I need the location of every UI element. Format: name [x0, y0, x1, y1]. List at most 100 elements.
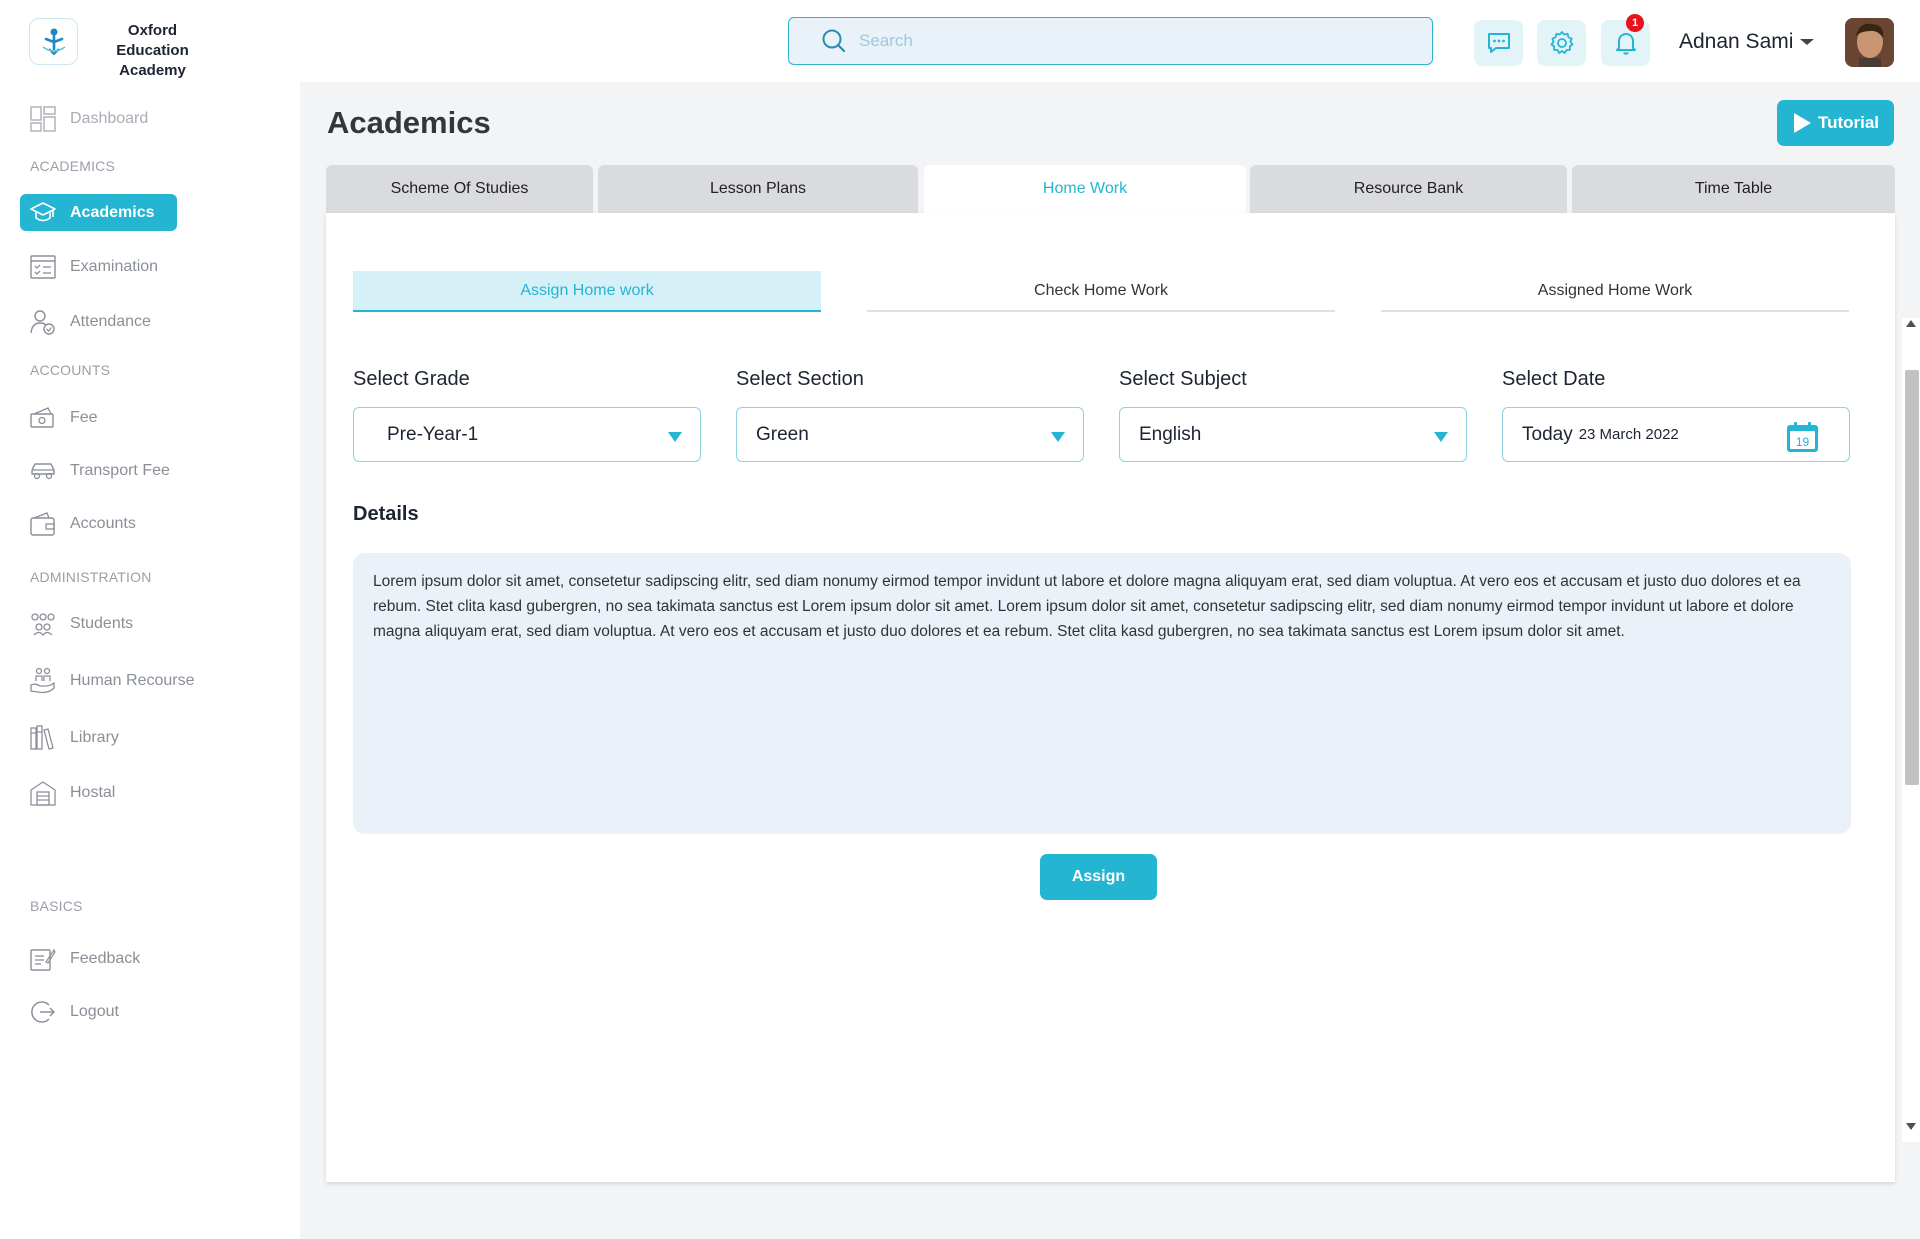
sidebar-item-attendance[interactable]: Attendance [20, 303, 151, 340]
sidebar-item-transport-fee[interactable]: Transport Fee [20, 452, 170, 489]
scroll-up-arrow[interactable] [1906, 320, 1916, 327]
sidebar-item-fee[interactable]: Fee [20, 399, 98, 436]
exam-sheet-icon [30, 254, 56, 280]
section-label-basics: BASICS [30, 898, 83, 914]
dashboard-icon [30, 105, 56, 132]
tab-home-work[interactable]: Home Work [924, 165, 1246, 213]
sidebar-item-library[interactable]: Library [20, 719, 119, 756]
calendar-icon[interactable]: 19 [1786, 421, 1819, 453]
subtab-check-home-work[interactable]: Check Home Work [867, 271, 1335, 312]
avatar-portrait-icon [1845, 18, 1894, 67]
group-users-icon [30, 611, 56, 637]
sidebar-item-label: Students [70, 614, 134, 632]
search-icon [822, 29, 846, 53]
sidebar-item-academics[interactable]: Academics [20, 194, 177, 231]
sidebar-item-feedback[interactable]: Feedback [20, 940, 140, 977]
sidebar-item-label: Human Recourse [70, 671, 195, 689]
details-textarea[interactable]: Lorem ipsum dolor sit amet, consetetur s… [353, 553, 1851, 834]
date-main: Today [1522, 423, 1573, 445]
building-icon [30, 780, 56, 806]
user-avatar[interactable] [1845, 18, 1894, 67]
subtab-assign-home-work[interactable]: Assign Home work [353, 271, 821, 312]
date-sub: 23 March 2022 [1578, 426, 1679, 443]
subject-select[interactable]: English [1119, 407, 1467, 462]
assign-button[interactable]: Assign [1040, 854, 1157, 900]
sidebar-item-label: Fee [70, 408, 98, 426]
sidebar-item-students[interactable]: Students [20, 605, 133, 642]
sidebar-item-examination[interactable]: Examination [20, 248, 158, 285]
search-bar [788, 17, 1433, 65]
grade-label: Select Grade [353, 368, 470, 390]
gear-icon [1550, 31, 1573, 54]
subject-value: English [1139, 423, 1202, 445]
cash-icon [30, 405, 56, 431]
section-label-academics: ACADEMICS [30, 158, 116, 174]
user-menu[interactable]: Adnan Sami [1679, 30, 1815, 54]
chat-icon [1487, 33, 1510, 53]
date-label: Select Date [1502, 368, 1606, 390]
settings-button[interactable] [1537, 20, 1586, 66]
brand-name: Oxford Education Academy [90, 21, 215, 81]
notifications-button[interactable]: 1 [1601, 14, 1650, 66]
sidebar-item-label: Feedback [70, 949, 141, 967]
hand-people-icon [30, 667, 56, 694]
wallet-icon [30, 511, 56, 537]
caret-down-icon [1051, 432, 1065, 442]
section-label-administration: ADMINISTRATION [30, 569, 152, 585]
calendar-day: 19 [1796, 435, 1810, 449]
brand-line-1: Oxford Education [116, 22, 189, 59]
sidebar-item-label: Logout [70, 1002, 119, 1020]
scroll-down-arrow[interactable] [1906, 1123, 1916, 1130]
section-select[interactable]: Green [736, 407, 1084, 462]
books-icon [30, 724, 56, 751]
date-picker[interactable]: Today 23 March 2022 19 [1502, 407, 1850, 462]
sidebar-item-label: Transport Fee [70, 461, 170, 479]
sidebar-item-dashboard[interactable]: Dashboard [20, 100, 148, 137]
section-label-accounts: ACCOUNTS [30, 362, 111, 378]
sidebar-item-label: Examination [70, 257, 159, 275]
caret-down-icon [1434, 432, 1448, 442]
subject-label: Select Subject [1119, 368, 1247, 390]
page-title: Academics [327, 105, 491, 140]
details-label: Details [353, 503, 419, 525]
caret-down-icon [668, 432, 682, 442]
logo-icon [42, 28, 65, 55]
tab-lesson-plans[interactable]: Lesson Plans [598, 165, 918, 213]
scrollbar-thumb[interactable] [1905, 370, 1919, 785]
section-label: Select Section [736, 368, 864, 390]
car-icon [30, 458, 56, 484]
sidebar-item-label: Accounts [70, 514, 136, 532]
sidebar-item-label: Dashboard [70, 109, 149, 127]
search-input[interactable] [859, 31, 1419, 51]
subtab-assigned-home-work[interactable]: Assigned Home Work [1381, 271, 1849, 312]
tab-resource-bank[interactable]: Resource Bank [1250, 165, 1567, 213]
graduation-cap-icon [30, 200, 56, 226]
sidebar-item-human-resource[interactable]: Human Recourse [20, 662, 195, 699]
tutorial-label: Tutorial [1817, 113, 1880, 132]
brand-line-2: Academy [119, 62, 186, 79]
tab-time-table[interactable]: Time Table [1572, 165, 1895, 213]
grade-value: Pre-Year-1 [387, 423, 479, 445]
sidebar-item-label: Library [70, 728, 119, 746]
section-value: Green [756, 423, 809, 445]
tab-scheme-of-studies[interactable]: Scheme Of Studies [326, 165, 593, 213]
top-header: Oxford Education Academy 1 Adnan Sami [0, 0, 1920, 82]
bell-icon [1615, 33, 1636, 55]
user-check-icon [30, 309, 56, 335]
sidebar-item-accounts[interactable]: Accounts [20, 505, 136, 542]
sidebar-item-label: Hostal [70, 783, 116, 801]
sidebar-item-logout[interactable]: Logout [20, 993, 119, 1030]
sidebar-item-label: Attendance [70, 312, 151, 330]
grade-select[interactable]: Pre-Year-1 [353, 407, 701, 462]
tutorial-button[interactable]: Tutorial [1777, 100, 1894, 146]
play-icon [1793, 113, 1811, 133]
notification-badge: 1 [1626, 14, 1644, 32]
sidebar-item-label: Academics [70, 203, 155, 221]
feedback-form-icon [30, 946, 56, 972]
chevron-down-icon [1800, 39, 1815, 45]
user-name: Adnan Sami [1679, 30, 1794, 53]
academy-logo[interactable] [29, 18, 78, 65]
logout-icon [30, 999, 56, 1025]
sidebar-item-hostal[interactable]: Hostal [20, 774, 115, 811]
messages-button[interactable] [1474, 20, 1523, 66]
